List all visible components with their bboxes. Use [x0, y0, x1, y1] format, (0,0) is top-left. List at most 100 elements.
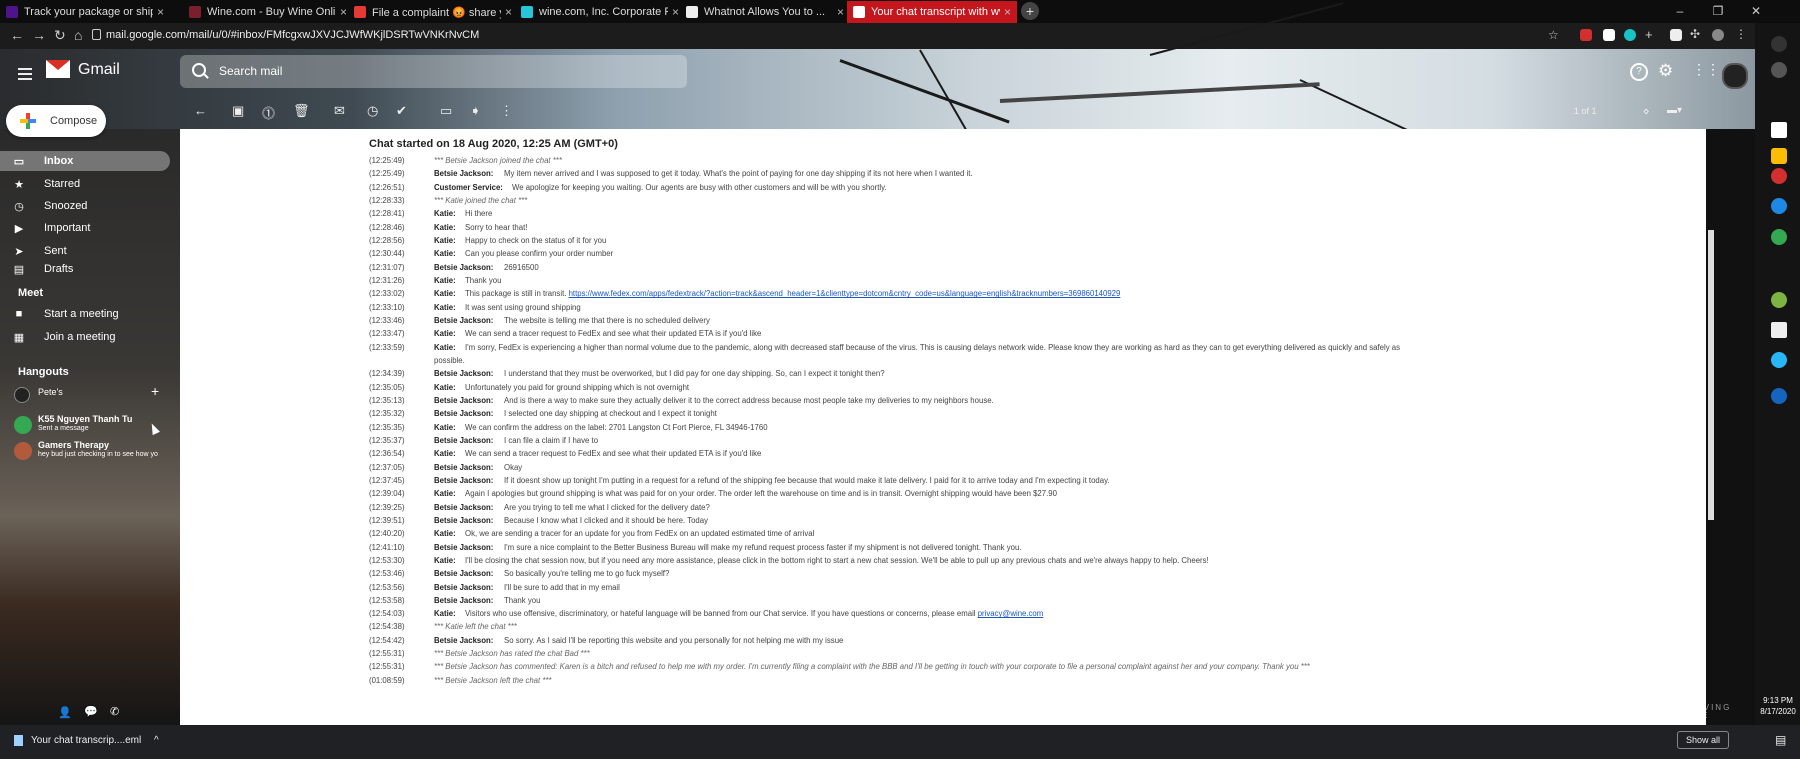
- hangouts-me[interactable]: Pete's +: [14, 383, 174, 403]
- extension-icon[interactable]: [1580, 29, 1592, 41]
- phone-icon[interactable]: ✆: [110, 705, 119, 718]
- hangouts-icon[interactable]: 💬: [84, 705, 98, 718]
- label-icon[interactable]: ➧: [470, 103, 481, 119]
- scrollbar[interactable]: [1708, 230, 1714, 520]
- puzzle-icon[interactable]: ✣: [1690, 27, 1700, 41]
- message-text: I'll be closing the chat session now, bu…: [465, 555, 1209, 565]
- account-avatar[interactable]: [1722, 63, 1748, 89]
- gmail-brand[interactable]: Gmail: [78, 61, 120, 79]
- gmail-logo-icon[interactable]: [46, 60, 70, 78]
- more-icon[interactable]: ⋮: [500, 103, 513, 119]
- compose-button[interactable]: Compose: [6, 105, 106, 137]
- download-item[interactable]: Your chat transcrip....eml ^: [14, 735, 159, 746]
- join-meeting-button[interactable]: ▦ Join a meeting: [0, 327, 170, 347]
- extension-icon[interactable]: [1624, 29, 1636, 41]
- taskbar-clock[interactable]: 9:13 PM 8/17/2020: [1756, 695, 1800, 717]
- tab-title: Track your package or shipment: [24, 6, 153, 18]
- delete-icon[interactable]: 🗑: [293, 103, 310, 119]
- close-tab-icon[interactable]: ×: [1004, 5, 1011, 19]
- search-input[interactable]: Search mail: [219, 64, 282, 78]
- chrome-icon[interactable]: [1771, 229, 1787, 245]
- start-meeting-button[interactable]: ■ Start a meeting: [0, 304, 170, 324]
- mark-unread-icon[interactable]: ✉: [334, 103, 345, 119]
- sidebar-item-drafts[interactable]: ▤ Drafts: [0, 263, 170, 275]
- sidebar-item-sent[interactable]: ➤ Sent: [0, 241, 170, 261]
- new-conversation-icon[interactable]: +: [151, 383, 159, 399]
- app-icon[interactable]: [1771, 198, 1787, 214]
- browser-tab[interactable]: Wine.com - Buy Wine Online - W ×: [183, 1, 353, 23]
- search-box[interactable]: Search mail: [180, 55, 687, 88]
- compose-label: Compose: [50, 115, 98, 127]
- message-text: This package is still in transit. https:…: [465, 289, 1121, 299]
- sidebar-item-snoozed[interactable]: ◷ Snoozed: [0, 196, 170, 216]
- steam-icon[interactable]: [1771, 388, 1787, 404]
- move-to-icon[interactable]: ▭: [440, 103, 452, 119]
- close-window-icon[interactable]: ✕: [1741, 0, 1771, 22]
- browser-tab[interactable]: Your chat transcript with www.wi ×: [847, 1, 1017, 23]
- close-tab-icon[interactable]: ×: [340, 5, 347, 19]
- transcript-line: (12:54:42) Betsie Jackson: So sorry. As I …: [369, 636, 1549, 649]
- report-spam-icon[interactable]: ⓵: [262, 103, 275, 122]
- sidebar-item-label: Inbox: [44, 155, 74, 167]
- message-text: The website is telling me that there is …: [504, 315, 710, 325]
- bookmark-star-icon[interactable]: ☆: [1548, 28, 1559, 42]
- chevron-up-icon[interactable]: ^: [154, 735, 159, 746]
- app-icon[interactable]: [1771, 168, 1787, 184]
- archive-icon[interactable]: ▣: [232, 103, 244, 119]
- help-icon[interactable]: ?: [1630, 63, 1648, 81]
- minimize-icon[interactable]: –: [1665, 0, 1695, 22]
- older-icon[interactable]: ›: [1645, 103, 1649, 118]
- forward-icon[interactable]: →: [32, 27, 46, 43]
- close-tab-icon[interactable]: ×: [505, 5, 512, 19]
- apps-grid-icon[interactable]: ⋮⋮: [1692, 61, 1720, 78]
- message-link[interactable]: privacy@wine.com: [978, 609, 1044, 618]
- sidebar-item-inbox[interactable]: ▭ Inbox: [0, 151, 170, 171]
- add-task-icon[interactable]: ✔: [396, 103, 407, 119]
- browser-tab[interactable]: Whatnot Allows You to ... ×: [680, 1, 850, 23]
- cortana-icon[interactable]: [1771, 62, 1787, 78]
- settings-gear-icon[interactable]: ⚙: [1658, 61, 1673, 81]
- message-link[interactable]: https://www.fedex.com/apps/fedextrack/?a…: [569, 289, 1121, 298]
- extension-icon[interactable]: [1603, 29, 1615, 41]
- file-icon[interactable]: [1771, 122, 1787, 138]
- input-tools-icon[interactable]: ▬▾: [1667, 105, 1682, 116]
- notification-icon[interactable]: ▤: [1775, 733, 1786, 747]
- main-menu-icon[interactable]: [18, 65, 32, 83]
- close-tab-icon[interactable]: ×: [157, 5, 164, 19]
- restore-icon[interactable]: ❐: [1703, 0, 1733, 22]
- hangout-contact[interactable]: Gamers Therapy hey bud just checking in t…: [14, 440, 174, 464]
- show-all-button[interactable]: Show all: [1677, 731, 1730, 749]
- transcript-line: (01:08:59) *** Betsie Jackson left the ch…: [369, 676, 1549, 689]
- extension-icon[interactable]: [1670, 29, 1682, 41]
- snooze-icon[interactable]: ◷: [367, 103, 378, 119]
- new-tab-button[interactable]: +: [1021, 2, 1039, 20]
- timestamp: (12:55:31): [369, 649, 405, 659]
- message-text: If it doesnt show up tonight I'm putting…: [504, 475, 1110, 485]
- transcript-line: (12:35:13) Betsie Jackson: And is there a …: [369, 396, 1549, 409]
- reload-icon[interactable]: ↻: [54, 27, 66, 44]
- search-icon[interactable]: [192, 63, 206, 77]
- back-to-inbox-icon[interactable]: ←: [194, 103, 207, 118]
- close-tab-icon[interactable]: ×: [672, 5, 679, 19]
- add-extension-icon[interactable]: +: [1645, 27, 1653, 42]
- file-icon[interactable]: [1771, 322, 1787, 338]
- timestamp: (12:40:20): [369, 529, 405, 539]
- app-icon[interactable]: [1771, 292, 1787, 308]
- browser-tab[interactable]: Track your package or shipment ×: [0, 1, 170, 23]
- speaker: Betsie Jackson:: [434, 635, 494, 645]
- notes-icon[interactable]: [1771, 148, 1787, 164]
- app-icon[interactable]: [1771, 352, 1787, 368]
- sidebar-item-important[interactable]: ▶ Important: [0, 218, 170, 238]
- browser-tab[interactable]: File a complaint 😡 share your e ×: [348, 1, 518, 23]
- back-icon[interactable]: ←: [10, 27, 24, 43]
- profile-icon[interactable]: [1712, 29, 1724, 41]
- contacts-icon[interactable]: 👤: [58, 706, 72, 719]
- sidebar-item-starred[interactable]: ★ Starred: [0, 174, 170, 194]
- search-side-icon[interactable]: [1771, 36, 1787, 52]
- browser-menu-icon[interactable]: ⋮: [1735, 27, 1747, 41]
- browser-tab[interactable]: wine.com, Inc. Corporate Profile ×: [515, 1, 685, 23]
- url-text[interactable]: mail.google.com/mail/u/0/#inbox/FMfcgxwJ…: [106, 29, 479, 41]
- close-tab-icon[interactable]: ×: [837, 5, 844, 19]
- message-text: We apologize for keeping you waiting. Ou…: [512, 182, 887, 192]
- home-icon[interactable]: ⌂: [74, 27, 82, 43]
